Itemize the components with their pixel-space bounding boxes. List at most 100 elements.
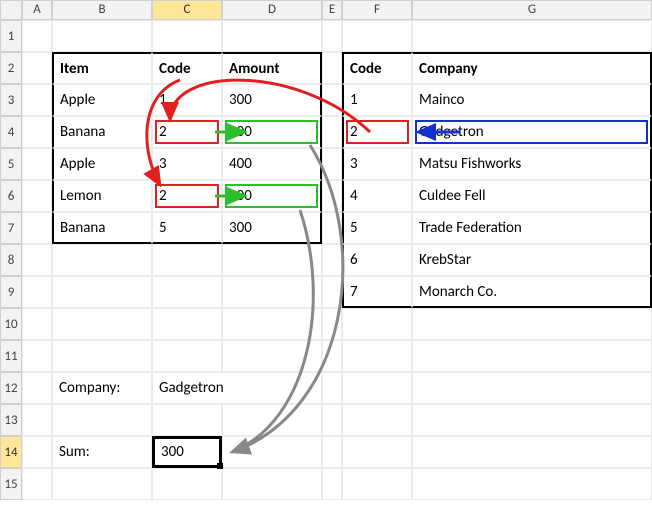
cell-G14[interactable] (412, 436, 652, 468)
company-value-part1[interactable]: Gadgetron (152, 372, 222, 404)
select-all-corner[interactable] (0, 0, 22, 20)
cell-C5[interactable]: 3 (152, 148, 222, 180)
header-code-left[interactable]: Code (152, 52, 222, 84)
cell-B5[interactable]: Apple (52, 148, 152, 180)
cell-G15[interactable] (412, 468, 652, 500)
cell-G10[interactable] (412, 308, 652, 340)
cell-A11[interactable] (22, 340, 52, 372)
cell-F4[interactable]: 2 (342, 116, 412, 148)
col-header-A[interactable]: A (22, 0, 52, 20)
cell-B8[interactable] (52, 244, 152, 276)
cell-F12[interactable] (342, 372, 412, 404)
cell-A4[interactable] (22, 116, 52, 148)
row-header-12[interactable]: 12 (0, 372, 22, 404)
row-header-6[interactable]: 6 (0, 180, 22, 212)
cell-F13[interactable] (342, 404, 412, 436)
cell-E14[interactable] (322, 436, 342, 468)
cell-F11[interactable] (342, 340, 412, 372)
cell-D8[interactable] (222, 244, 322, 276)
row-header-3[interactable]: 3 (0, 84, 22, 116)
cell-F6[interactable]: 4 (342, 180, 412, 212)
cell-B10[interactable] (52, 308, 152, 340)
cell-G1[interactable] (412, 20, 652, 52)
cell-C11[interactable] (152, 340, 222, 372)
cell-E10[interactable] (322, 308, 342, 340)
cell-E7[interactable] (322, 212, 342, 244)
cell-D1[interactable] (222, 20, 322, 52)
cell-C15[interactable] (152, 468, 222, 500)
cell-F5[interactable]: 3 (342, 148, 412, 180)
cell-D4[interactable]: 200 (222, 116, 322, 148)
cell-C6[interactable]: 2 (152, 180, 222, 212)
cell-E11[interactable] (322, 340, 342, 372)
cell-A1[interactable] (22, 20, 52, 52)
cell-C13[interactable] (152, 404, 222, 436)
cell-B9[interactable] (52, 276, 152, 308)
cell-E4[interactable] (322, 116, 342, 148)
cell-D9[interactable] (222, 276, 322, 308)
cell-F14[interactable] (342, 436, 412, 468)
cell-C4[interactable]: 2 (152, 116, 222, 148)
cell-B3[interactable]: Apple (52, 84, 152, 116)
cell-B1[interactable] (52, 20, 152, 52)
cell-D14[interactable] (222, 436, 322, 468)
sum-label[interactable]: Sum: (52, 436, 152, 468)
cell-E8[interactable] (322, 244, 342, 276)
cell-A13[interactable] (22, 404, 52, 436)
cell-B13[interactable] (52, 404, 152, 436)
cell-F3[interactable]: 1 (342, 84, 412, 116)
cell-F7[interactable]: 5 (342, 212, 412, 244)
cell-D15[interactable] (222, 468, 322, 500)
cell-C7[interactable]: 5 (152, 212, 222, 244)
cell-E1[interactable] (322, 20, 342, 52)
cell-A9[interactable] (22, 276, 52, 308)
cell-G11[interactable] (412, 340, 652, 372)
header-company[interactable]: Company (412, 52, 652, 84)
col-header-F[interactable]: F (342, 0, 412, 20)
cell-B4[interactable]: Banana (52, 116, 152, 148)
cell-B7[interactable]: Banana (52, 212, 152, 244)
cell-G3[interactable]: Mainco (412, 84, 652, 116)
cell-D6[interactable]: 100 (222, 180, 322, 212)
cell-D5[interactable]: 400 (222, 148, 322, 180)
cell-G13[interactable] (412, 404, 652, 436)
row-header-9[interactable]: 9 (0, 276, 22, 308)
col-header-E[interactable]: E (322, 0, 342, 20)
cell-D12[interactable] (222, 372, 322, 404)
row-header-15[interactable]: 15 (0, 468, 22, 500)
row-header-11[interactable]: 11 (0, 340, 22, 372)
sum-value[interactable]: 300 (152, 436, 222, 468)
cell-A2[interactable] (22, 52, 52, 84)
cell-F8[interactable]: 6 (342, 244, 412, 276)
col-header-B[interactable]: B (52, 0, 152, 20)
cell-A8[interactable] (22, 244, 52, 276)
row-header-10[interactable]: 10 (0, 308, 22, 340)
cell-A15[interactable] (22, 468, 52, 500)
cell-C1[interactable] (152, 20, 222, 52)
cell-E3[interactable] (322, 84, 342, 116)
cell-G4[interactable]: Gadgetron (412, 116, 652, 148)
cell-C3[interactable]: 1 (152, 84, 222, 116)
row-header-1[interactable]: 1 (0, 20, 22, 52)
cell-A7[interactable] (22, 212, 52, 244)
cell-B11[interactable] (52, 340, 152, 372)
header-amount[interactable]: Amount (222, 52, 322, 84)
cell-D3[interactable]: 300 (222, 84, 322, 116)
cell-E2[interactable] (322, 52, 342, 84)
cell-D7[interactable]: 300 (222, 212, 322, 244)
cell-F10[interactable] (342, 308, 412, 340)
cell-G12[interactable] (412, 372, 652, 404)
cell-G5[interactable]: Matsu Fishworks (412, 148, 652, 180)
col-header-C[interactable]: C (152, 0, 222, 20)
row-header-8[interactable]: 8 (0, 244, 22, 276)
cell-D13[interactable] (222, 404, 322, 436)
cell-E9[interactable] (322, 276, 342, 308)
cell-B15[interactable] (52, 468, 152, 500)
cell-G8[interactable]: KrebStar (412, 244, 652, 276)
cell-A14[interactable] (22, 436, 52, 468)
cell-A6[interactable] (22, 180, 52, 212)
col-header-D[interactable]: D (222, 0, 322, 20)
cell-A5[interactable] (22, 148, 52, 180)
row-header-5[interactable]: 5 (0, 148, 22, 180)
row-header-4[interactable]: 4 (0, 116, 22, 148)
